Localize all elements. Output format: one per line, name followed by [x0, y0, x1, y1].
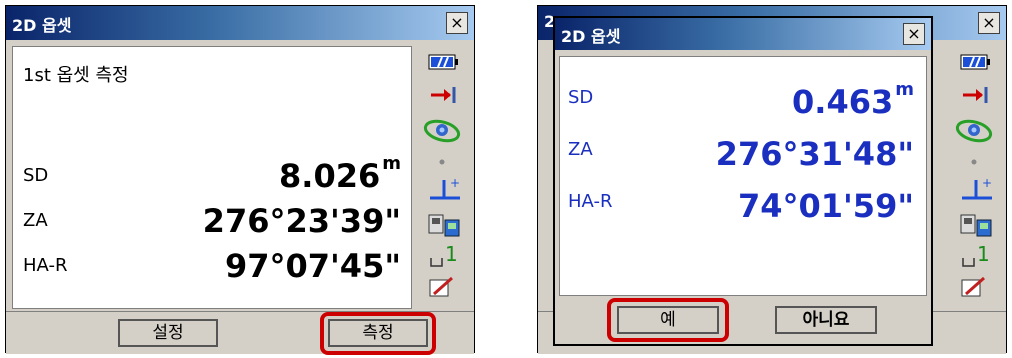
za-value: 276°31'48": [715, 135, 914, 173]
measurement-panel: 1st 옵셋 측정 SD 8.026 m ZA 276°23'39" HA-R 9…: [12, 46, 412, 309]
close-button[interactable]: ×: [446, 12, 468, 34]
level-indicator: 1: [428, 242, 462, 270]
za-label: ZA: [568, 139, 593, 160]
target-arrow-icon[interactable]: [960, 84, 992, 106]
tilt-icon[interactable]: +: [428, 176, 462, 202]
level-indicator: 1: [960, 242, 994, 270]
dialog-results-panel: SD 0.463 m ZA 276°31'48" HA-R 74°01'59": [559, 56, 927, 296]
measure-highlight: [320, 312, 436, 355]
level-value: 1: [977, 242, 990, 266]
status-icon-bar: + 1: [948, 46, 998, 309]
ha-r-label: HA-R: [23, 255, 68, 276]
dialog-close-button[interactable]: ×: [903, 23, 925, 45]
level-value: 1: [445, 242, 458, 266]
battery-icon: [960, 54, 990, 70]
close-button[interactable]: ×: [978, 12, 1000, 34]
za-value: 276°23'39": [202, 202, 401, 240]
sd-unit: m: [382, 153, 401, 174]
ha-r-value: 97°07'45": [224, 247, 401, 285]
sd-label: SD: [568, 87, 594, 108]
edit-icon[interactable]: [960, 276, 990, 300]
sd-unit: m: [895, 79, 914, 100]
yes-highlight: [607, 298, 729, 342]
tilt-icon[interactable]: +: [960, 176, 994, 202]
instrument-icon[interactable]: [960, 212, 994, 238]
prism-icon[interactable]: [422, 116, 462, 146]
no-button[interactable]: 아니요: [775, 306, 877, 334]
instrument-icon[interactable]: [428, 212, 462, 238]
result-window: 2 × + 1 2D 옵셋 × SD 0.463 m ZA 276°31'48"…: [537, 5, 1007, 354]
za-label: ZA: [23, 210, 48, 231]
sd-value: 8.026 m: [279, 153, 401, 195]
battery-icon: [428, 54, 458, 70]
dot-icon: [971, 159, 977, 165]
measure-window: 2D 옵셋 × 1st 옵셋 측정 SD 8.026 m ZA 276°23'39…: [5, 5, 475, 355]
ha-r-value: 74°01'59": [737, 187, 914, 225]
sd-value: 0.463 m: [792, 79, 914, 121]
window-title: 2D 옵셋: [12, 16, 72, 35]
ha-r-label: HA-R: [568, 191, 613, 212]
status-icon-bar: + 1: [416, 46, 466, 309]
title-bar: 2D 옵셋 ×: [6, 6, 474, 40]
dialog-title-bar: 2D 옵셋 ×: [555, 18, 931, 50]
settings-button[interactable]: 설정: [118, 319, 218, 347]
dot-icon: [439, 159, 445, 165]
svg-text:+: +: [982, 176, 992, 190]
svg-text:+: +: [450, 176, 460, 190]
sd-label: SD: [23, 165, 49, 186]
softkey-bar: 설정 측정: [6, 311, 474, 355]
prism-icon[interactable]: [954, 116, 994, 146]
dialog-title: 2D 옵셋: [561, 27, 621, 46]
edit-icon[interactable]: [428, 276, 458, 300]
target-arrow-icon[interactable]: [428, 84, 460, 106]
confirm-dialog: 2D 옵셋 × SD 0.463 m ZA 276°31'48" HA-R 74°…: [553, 16, 933, 346]
panel-heading: 1st 옵셋 측정: [23, 65, 129, 86]
